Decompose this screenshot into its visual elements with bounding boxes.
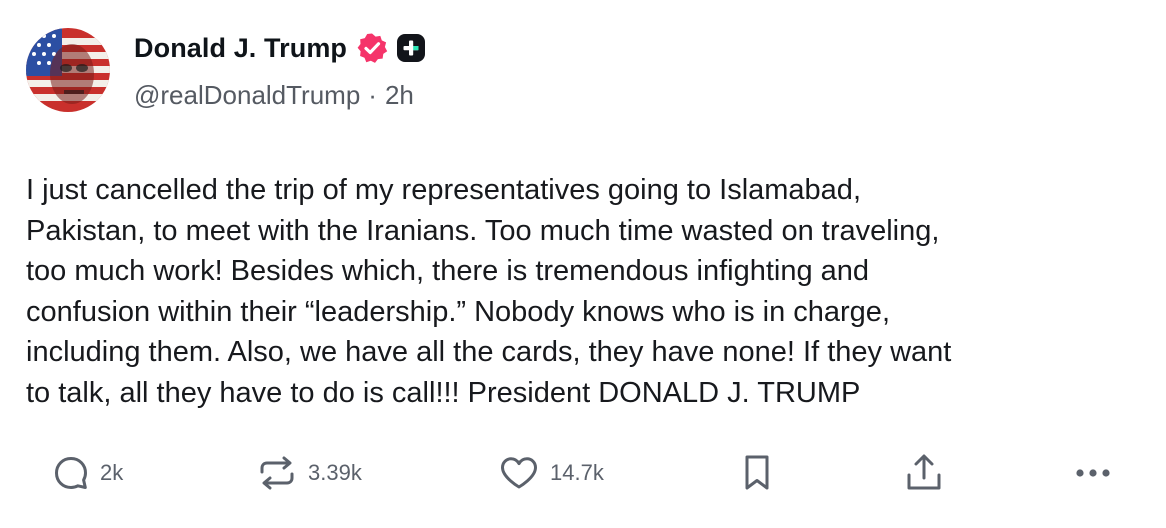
retruth-button[interactable]: 3.39k (256, 448, 362, 498)
like-count: 14.7k (550, 460, 604, 485)
heart-icon (501, 457, 537, 489)
reply-icon (55, 457, 87, 489)
bookmark-button[interactable] (740, 448, 774, 498)
truth-plus-icon (396, 33, 426, 63)
post-actions-bar: 2k 3.39k 14.7k (0, 448, 1166, 498)
post: Donald J. Trump @realDonaldTrump · 2h I … (0, 0, 1166, 528)
author-meta-row: @realDonaldTrump · 2h (134, 80, 414, 111)
post-body-text: I just cancelled the trip of my represen… (26, 174, 952, 409)
bookmark-icon (745, 455, 769, 490)
verified-badge-icon (356, 32, 388, 64)
author-name-row: Donald J. Trump (134, 28, 426, 68)
post-timestamp[interactable]: 2h (385, 80, 414, 111)
avatar-image (26, 28, 110, 112)
author-handle[interactable]: @realDonaldTrump (134, 80, 360, 111)
avatar[interactable] (26, 28, 110, 112)
author-display-name[interactable]: Donald J. Trump (134, 33, 347, 64)
meta-separator: · (368, 80, 377, 110)
share-button[interactable] (904, 448, 944, 498)
retruth-count: 3.39k (308, 460, 362, 485)
more-options-button[interactable] (1072, 448, 1114, 498)
more-icon (1076, 469, 1110, 477)
reply-button[interactable]: 2k (52, 448, 123, 498)
share-icon (907, 454, 941, 490)
retruth-icon (260, 456, 294, 490)
like-button[interactable]: 14.7k (498, 448, 604, 498)
reply-count: 2k (100, 460, 124, 485)
